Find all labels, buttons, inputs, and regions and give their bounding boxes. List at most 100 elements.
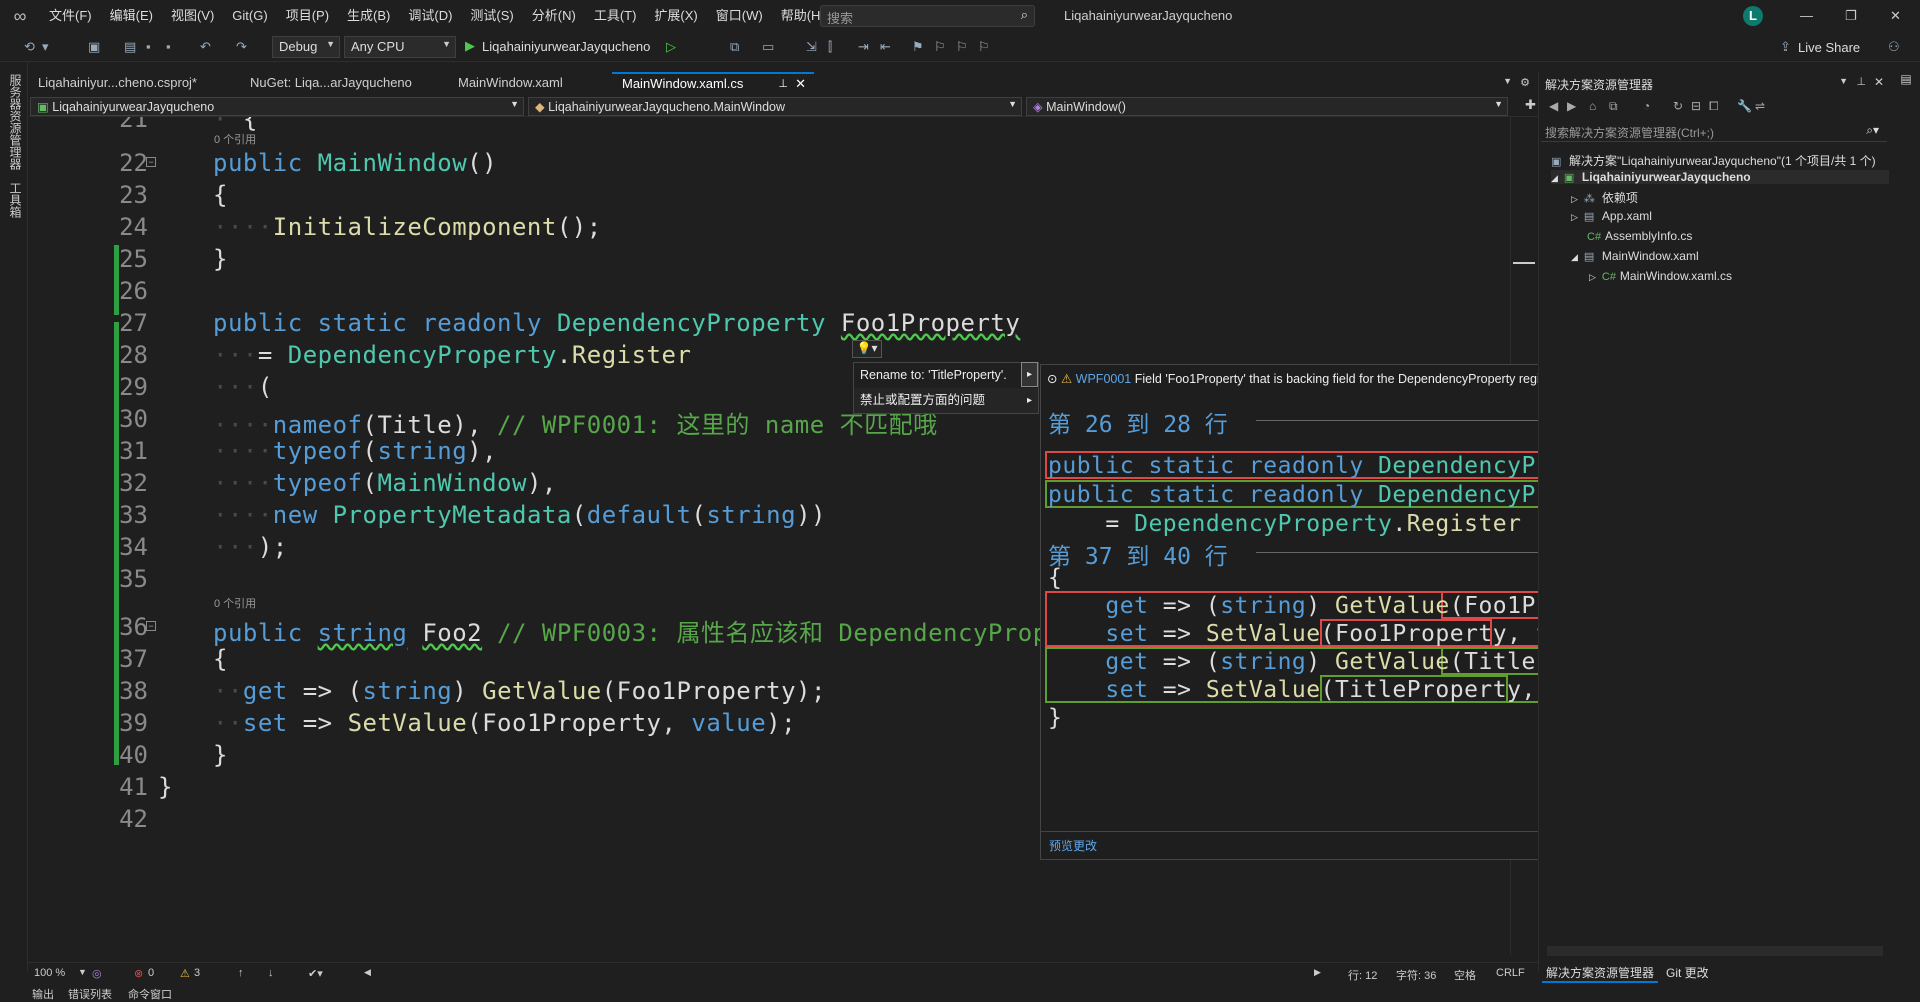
forward-dropdown-icon[interactable]: ▾ bbox=[42, 39, 49, 55]
start-debug-icon[interactable]: ▶ bbox=[465, 38, 475, 54]
back-icon[interactable]: ◀ bbox=[1549, 99, 1558, 113]
show-all-icon[interactable]: ⧠ bbox=[1709, 99, 1719, 114]
suppress-action[interactable]: 禁止或配置方面的问题 ▸ bbox=[854, 388, 1038, 413]
bookmark-next-icon[interactable]: ⚐ bbox=[956, 39, 968, 55]
expand-preview-icon[interactable]: ▸ bbox=[1021, 362, 1038, 387]
collapse-icon[interactable]: − bbox=[146, 621, 156, 631]
scroll-thumb[interactable] bbox=[1513, 262, 1535, 264]
home-icon[interactable]: ⌂ bbox=[1589, 99, 1596, 113]
project-scope-select[interactable]: ▣ LiqahainiyurwearJayqucheno ▼ bbox=[30, 97, 524, 116]
menu-window[interactable]: 窗口(W) bbox=[707, 0, 772, 32]
bookmark-clear-icon[interactable]: ⚐ bbox=[978, 39, 990, 55]
start-without-debug-icon[interactable]: ▷ bbox=[666, 39, 676, 55]
scroll-left-icon[interactable]: ◀ bbox=[364, 967, 371, 978]
configuration-select[interactable]: Debug ▼ bbox=[272, 36, 340, 58]
forward-icon[interactable]: ▶ bbox=[1567, 99, 1576, 113]
zoom-level[interactable]: 100 % bbox=[34, 967, 65, 979]
indent-mode[interactable]: 空格 bbox=[1454, 967, 1476, 983]
properties-icon[interactable]: 🔧 bbox=[1737, 99, 1752, 113]
live-share-button[interactable]: Live Share bbox=[1798, 40, 1860, 55]
next-issue-icon[interactable]: ↓ bbox=[268, 967, 274, 979]
breakpoint-icon[interactable]: ⫿ bbox=[828, 39, 832, 55]
notifications-icon[interactable]: ▤ bbox=[1899, 72, 1913, 86]
cursor-line[interactable]: 行: 12 bbox=[1348, 967, 1377, 983]
tree-item-dependencies[interactable]: ▷ ⁂ 依赖项 bbox=[1571, 189, 1638, 206]
menu-edit[interactable]: 编辑(E) bbox=[101, 0, 162, 32]
tab-nuget[interactable]: NuGet: Liqa...arJayqucheno bbox=[240, 72, 422, 94]
menu-tools[interactable]: 工具(T) bbox=[585, 0, 646, 32]
project-node[interactable]: ◢ ▣ LiqahainiyurwearJayqucheno bbox=[1551, 170, 1889, 184]
undo-icon[interactable]: ↶ bbox=[200, 39, 211, 55]
browser-link-icon[interactable]: ⧉ bbox=[730, 39, 739, 55]
menu-extensions[interactable]: 扩展(X) bbox=[645, 0, 706, 32]
menu-project[interactable]: 项目(P) bbox=[277, 0, 338, 32]
rename-action[interactable]: Rename to: 'TitleProperty'. bbox=[854, 363, 1038, 388]
outdent-icon[interactable]: ⇤ bbox=[880, 39, 891, 55]
menu-debug[interactable]: 调试(D) bbox=[399, 0, 461, 32]
layout-icon[interactable]: ▭ bbox=[762, 39, 774, 55]
tab-mainwindow-xaml-cs[interactable]: MainWindow.xaml.cs ⊥ ✕ bbox=[612, 72, 814, 94]
pin-icon[interactable]: ⊥ bbox=[778, 74, 788, 94]
history-icon[interactable]: ◔ bbox=[1643, 99, 1650, 113]
tab-solution-explorer[interactable]: 解决方案资源管理器 bbox=[1542, 964, 1659, 983]
panel-menu-icon[interactable]: ▼ bbox=[1839, 76, 1848, 86]
live-share-icon[interactable]: ⇪ bbox=[1780, 39, 1791, 55]
previous-issue-icon[interactable]: ↑ bbox=[238, 967, 244, 979]
pin-icon[interactable]: ⊥ bbox=[1856, 75, 1866, 88]
tree-item-mainwindow-xaml-cs[interactable]: ▷ C# MainWindow.xaml.cs bbox=[1589, 269, 1732, 283]
reference-hint[interactable]: 0 个引用 bbox=[214, 595, 256, 611]
new-project-icon[interactable]: ▣ bbox=[88, 39, 100, 55]
close-tab-icon[interactable]: ✕ bbox=[795, 74, 806, 94]
collapse-icon[interactable]: − bbox=[146, 157, 156, 167]
tree-item-assemblyinfo[interactable]: C# AssemblyInfo.cs bbox=[1587, 229, 1692, 243]
restore-icon[interactable]: ❐ bbox=[1845, 8, 1857, 24]
server-explorer-tab[interactable]: 服务器资源管理器 bbox=[7, 74, 24, 170]
collapse-circle-icon[interactable]: ⊙ bbox=[1047, 372, 1057, 386]
tree-item-app-xaml[interactable]: ▷ ▤ App.xaml bbox=[1571, 209, 1652, 223]
switch-view-icon[interactable]: ⧉ bbox=[1609, 99, 1618, 114]
redo-icon[interactable]: ↷ bbox=[236, 39, 247, 55]
tree-item-mainwindow-xaml[interactable]: ◢ ▤ MainWindow.xaml bbox=[1571, 249, 1699, 263]
split-view-icon[interactable]: ✚ bbox=[1525, 97, 1536, 113]
collapse-all-icon[interactable]: ⊟ bbox=[1691, 99, 1701, 113]
solution-search-input[interactable]: 搜索解决方案资源管理器(Ctrl+;) ⌕▾ bbox=[1541, 122, 1887, 142]
warning-icon[interactable]: ⚠ bbox=[180, 967, 190, 980]
menu-test[interactable]: 测试(S) bbox=[461, 0, 522, 32]
copilot-icon[interactable]: ◎ bbox=[92, 967, 102, 980]
save-all-icon[interactable]: ▪ bbox=[166, 39, 171, 54]
visual-studio-logo-icon[interactable]: ∞ bbox=[0, 0, 40, 32]
tab-csproj[interactable]: Liqahainiyur...cheno.csproj* bbox=[28, 72, 207, 94]
avatar[interactable]: L bbox=[1743, 6, 1763, 26]
feedback-icon[interactable]: ⚇ bbox=[1888, 39, 1900, 55]
solution-node[interactable]: ▣ 解决方案"LiqahainiyurwearJayqucheno"(1 个项目/… bbox=[1551, 152, 1876, 169]
preview-icon[interactable]: ⇌ bbox=[1755, 99, 1765, 113]
line-ending[interactable]: CRLF bbox=[1496, 967, 1525, 979]
member-scope-select[interactable]: ◈ MainWindow() ▼ bbox=[1026, 97, 1508, 116]
reference-hint[interactable]: 0 个引用 bbox=[214, 131, 256, 147]
warning-count[interactable]: 3 bbox=[194, 967, 200, 979]
startup-project-button[interactable]: LiqahainiyurwearJayqucheno bbox=[482, 39, 650, 54]
chevron-down-icon[interactable]: ▼ bbox=[78, 967, 87, 977]
scroll-right-icon[interactable]: ▶ bbox=[1314, 967, 1321, 978]
bookmark-icon[interactable]: ⚑ bbox=[912, 39, 924, 55]
solution-explorer-horizontal-scrollbar[interactable] bbox=[1547, 946, 1883, 956]
menu-file[interactable]: 文件(F) bbox=[40, 0, 101, 32]
cursor-char[interactable]: 字符: 36 bbox=[1396, 967, 1436, 983]
toolbox-tab[interactable]: 工具箱 bbox=[7, 182, 24, 218]
settings-icon[interactable]: ⚙ bbox=[1520, 76, 1530, 89]
diagnostic-code-link[interactable]: WPF0001 bbox=[1076, 372, 1132, 386]
refresh-icon[interactable]: ↻ bbox=[1673, 99, 1683, 113]
platform-select[interactable]: Any CPU ▼ bbox=[344, 36, 456, 58]
save-icon[interactable]: ▪ bbox=[146, 39, 151, 54]
step-icon[interactable]: ⇲ bbox=[806, 39, 817, 55]
cleanup-icon[interactable]: ✔▾ bbox=[308, 967, 323, 980]
open-folder-icon[interactable]: ▤ bbox=[124, 39, 136, 55]
preview-changes-link[interactable]: 预览更改 bbox=[1049, 837, 1097, 854]
menu-git[interactable]: Git(G) bbox=[223, 0, 276, 32]
back-icon[interactable]: ⟲ bbox=[24, 39, 35, 55]
type-scope-select[interactable]: ◆ LiqahainiyurwearJayqucheno.MainWindow ▼ bbox=[528, 97, 1022, 116]
menu-analyze[interactable]: 分析(N) bbox=[523, 0, 585, 32]
close-panel-icon[interactable]: ✕ bbox=[1874, 75, 1884, 89]
error-count[interactable]: 0 bbox=[148, 967, 154, 979]
error-icon[interactable]: ⊗ bbox=[134, 967, 143, 980]
